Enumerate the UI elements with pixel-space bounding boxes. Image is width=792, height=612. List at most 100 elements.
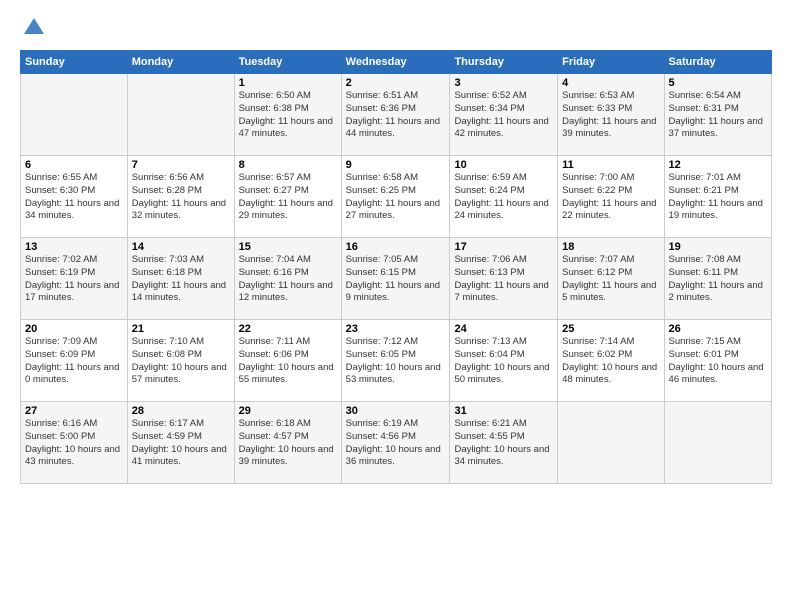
day-info: Sunrise: 6:17 AMSunset: 4:59 PMDaylight:… — [132, 418, 230, 469]
day-cell: 10Sunrise: 6:59 AMSunset: 6:24 PMDayligh… — [450, 156, 558, 238]
header-wednesday: Wednesday — [341, 51, 450, 74]
day-number: 17 — [454, 241, 553, 253]
day-cell: 7Sunrise: 6:56 AMSunset: 6:28 PMDaylight… — [127, 156, 234, 238]
day-info: Sunrise: 6:18 AMSunset: 4:57 PMDaylight:… — [239, 418, 337, 469]
day-info: Sunrise: 7:06 AMSunset: 6:13 PMDaylight:… — [454, 254, 553, 305]
day-info: Sunrise: 6:57 AMSunset: 6:27 PMDaylight:… — [239, 172, 337, 223]
day-info: Sunrise: 7:02 AMSunset: 6:19 PMDaylight:… — [25, 254, 123, 305]
day-number: 16 — [346, 241, 446, 253]
day-info: Sunrise: 7:10 AMSunset: 6:08 PMDaylight:… — [132, 336, 230, 387]
day-number: 9 — [346, 159, 446, 171]
day-cell: 9Sunrise: 6:58 AMSunset: 6:25 PMDaylight… — [341, 156, 450, 238]
day-cell — [21, 74, 128, 156]
day-number: 27 — [25, 405, 123, 417]
day-number: 5 — [669, 77, 767, 89]
day-cell: 12Sunrise: 7:01 AMSunset: 6:21 PMDayligh… — [664, 156, 771, 238]
day-cell: 8Sunrise: 6:57 AMSunset: 6:27 PMDaylight… — [234, 156, 341, 238]
day-cell: 31Sunrise: 6:21 AMSunset: 4:55 PMDayligh… — [450, 402, 558, 484]
week-row-3: 13Sunrise: 7:02 AMSunset: 6:19 PMDayligh… — [21, 238, 772, 320]
day-cell: 21Sunrise: 7:10 AMSunset: 6:08 PMDayligh… — [127, 320, 234, 402]
day-number: 26 — [669, 323, 767, 335]
day-info: Sunrise: 7:11 AMSunset: 6:06 PMDaylight:… — [239, 336, 337, 387]
day-number: 15 — [239, 241, 337, 253]
day-cell — [664, 402, 771, 484]
day-info: Sunrise: 7:07 AMSunset: 6:12 PMDaylight:… — [562, 254, 659, 305]
day-number: 11 — [562, 159, 659, 171]
day-info: Sunrise: 6:51 AMSunset: 6:36 PMDaylight:… — [346, 90, 446, 141]
day-number: 29 — [239, 405, 337, 417]
day-info: Sunrise: 6:59 AMSunset: 6:24 PMDaylight:… — [454, 172, 553, 223]
header-monday: Monday — [127, 51, 234, 74]
day-cell: 20Sunrise: 7:09 AMSunset: 6:09 PMDayligh… — [21, 320, 128, 402]
page-header — [20, 16, 772, 40]
day-number: 21 — [132, 323, 230, 335]
day-cell: 14Sunrise: 7:03 AMSunset: 6:18 PMDayligh… — [127, 238, 234, 320]
logo-icon — [22, 16, 46, 40]
day-number: 22 — [239, 323, 337, 335]
day-info: Sunrise: 6:52 AMSunset: 6:34 PMDaylight:… — [454, 90, 553, 141]
day-info: Sunrise: 6:54 AMSunset: 6:31 PMDaylight:… — [669, 90, 767, 141]
week-row-2: 6Sunrise: 6:55 AMSunset: 6:30 PMDaylight… — [21, 156, 772, 238]
day-number: 31 — [454, 405, 553, 417]
day-number: 12 — [669, 159, 767, 171]
day-number: 3 — [454, 77, 553, 89]
week-row-4: 20Sunrise: 7:09 AMSunset: 6:09 PMDayligh… — [21, 320, 772, 402]
day-cell: 23Sunrise: 7:12 AMSunset: 6:05 PMDayligh… — [341, 320, 450, 402]
day-info: Sunrise: 6:19 AMSunset: 4:56 PMDaylight:… — [346, 418, 446, 469]
day-cell: 29Sunrise: 6:18 AMSunset: 4:57 PMDayligh… — [234, 402, 341, 484]
header-saturday: Saturday — [664, 51, 771, 74]
header-friday: Friday — [558, 51, 664, 74]
day-number: 8 — [239, 159, 337, 171]
day-number: 6 — [25, 159, 123, 171]
day-cell: 3Sunrise: 6:52 AMSunset: 6:34 PMDaylight… — [450, 74, 558, 156]
week-row-5: 27Sunrise: 6:16 AMSunset: 5:00 PMDayligh… — [21, 402, 772, 484]
day-cell: 5Sunrise: 6:54 AMSunset: 6:31 PMDaylight… — [664, 74, 771, 156]
day-info: Sunrise: 7:00 AMSunset: 6:22 PMDaylight:… — [562, 172, 659, 223]
header-thursday: Thursday — [450, 51, 558, 74]
day-cell: 30Sunrise: 6:19 AMSunset: 4:56 PMDayligh… — [341, 402, 450, 484]
day-info: Sunrise: 7:03 AMSunset: 6:18 PMDaylight:… — [132, 254, 230, 305]
day-info: Sunrise: 6:55 AMSunset: 6:30 PMDaylight:… — [25, 172, 123, 223]
day-info: Sunrise: 7:04 AMSunset: 6:16 PMDaylight:… — [239, 254, 337, 305]
logo — [20, 16, 46, 40]
header-sunday: Sunday — [21, 51, 128, 74]
day-info: Sunrise: 6:56 AMSunset: 6:28 PMDaylight:… — [132, 172, 230, 223]
day-info: Sunrise: 7:05 AMSunset: 6:15 PMDaylight:… — [346, 254, 446, 305]
day-number: 10 — [454, 159, 553, 171]
day-cell — [558, 402, 664, 484]
day-info: Sunrise: 7:01 AMSunset: 6:21 PMDaylight:… — [669, 172, 767, 223]
week-row-1: 1Sunrise: 6:50 AMSunset: 6:38 PMDaylight… — [21, 74, 772, 156]
day-cell: 18Sunrise: 7:07 AMSunset: 6:12 PMDayligh… — [558, 238, 664, 320]
day-info: Sunrise: 7:13 AMSunset: 6:04 PMDaylight:… — [454, 336, 553, 387]
day-cell: 16Sunrise: 7:05 AMSunset: 6:15 PMDayligh… — [341, 238, 450, 320]
day-info: Sunrise: 7:12 AMSunset: 6:05 PMDaylight:… — [346, 336, 446, 387]
day-number: 13 — [25, 241, 123, 253]
day-info: Sunrise: 6:53 AMSunset: 6:33 PMDaylight:… — [562, 90, 659, 141]
day-number: 19 — [669, 241, 767, 253]
day-cell: 13Sunrise: 7:02 AMSunset: 6:19 PMDayligh… — [21, 238, 128, 320]
day-number: 25 — [562, 323, 659, 335]
day-cell: 24Sunrise: 7:13 AMSunset: 6:04 PMDayligh… — [450, 320, 558, 402]
day-cell: 27Sunrise: 6:16 AMSunset: 5:00 PMDayligh… — [21, 402, 128, 484]
day-number: 7 — [132, 159, 230, 171]
day-number: 24 — [454, 323, 553, 335]
day-info: Sunrise: 6:16 AMSunset: 5:00 PMDaylight:… — [25, 418, 123, 469]
day-info: Sunrise: 6:58 AMSunset: 6:25 PMDaylight:… — [346, 172, 446, 223]
day-cell: 25Sunrise: 7:14 AMSunset: 6:02 PMDayligh… — [558, 320, 664, 402]
header-row: SundayMondayTuesdayWednesdayThursdayFrid… — [21, 51, 772, 74]
day-number: 4 — [562, 77, 659, 89]
calendar-table: SundayMondayTuesdayWednesdayThursdayFrid… — [20, 50, 772, 484]
day-number: 14 — [132, 241, 230, 253]
day-number: 30 — [346, 405, 446, 417]
day-number: 18 — [562, 241, 659, 253]
day-info: Sunrise: 7:14 AMSunset: 6:02 PMDaylight:… — [562, 336, 659, 387]
day-info: Sunrise: 6:50 AMSunset: 6:38 PMDaylight:… — [239, 90, 337, 141]
day-number: 28 — [132, 405, 230, 417]
day-cell: 28Sunrise: 6:17 AMSunset: 4:59 PMDayligh… — [127, 402, 234, 484]
day-info: Sunrise: 7:09 AMSunset: 6:09 PMDaylight:… — [25, 336, 123, 387]
day-number: 23 — [346, 323, 446, 335]
header-tuesday: Tuesday — [234, 51, 341, 74]
day-cell: 4Sunrise: 6:53 AMSunset: 6:33 PMDaylight… — [558, 74, 664, 156]
day-cell: 22Sunrise: 7:11 AMSunset: 6:06 PMDayligh… — [234, 320, 341, 402]
day-cell: 6Sunrise: 6:55 AMSunset: 6:30 PMDaylight… — [21, 156, 128, 238]
